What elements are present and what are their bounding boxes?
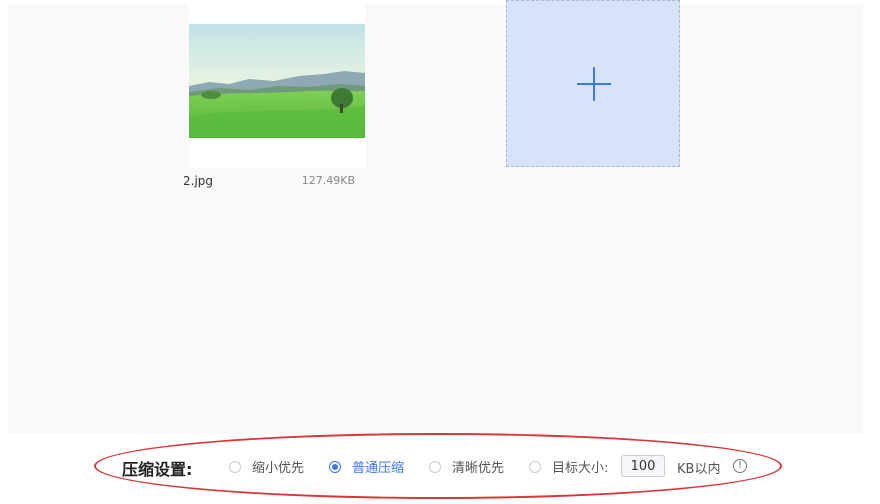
option-normal-compress[interactable]: 普通压缩 (329, 457, 404, 476)
file-thumbnail (189, 24, 365, 138)
option-label: 普通压缩 (352, 461, 405, 476)
radio-clarity-priority[interactable] (429, 460, 441, 473)
target-size-unit: KB以内 (677, 462, 721, 477)
upload-panel (8, 0, 863, 434)
option-label: 缩小优先 (252, 461, 305, 476)
option-label: 清晰优先 (452, 461, 505, 476)
file-card[interactable] (189, 4, 365, 168)
settings-title: 压缩设置: (122, 460, 193, 479)
option-target-size[interactable]: 目标大小: (529, 457, 608, 476)
add-image-tile[interactable] (506, 0, 680, 167)
plus-icon (577, 67, 611, 101)
radio-normal-compress[interactable] (329, 460, 341, 473)
option-shrink-priority[interactable]: 缩小优先 (229, 457, 304, 476)
option-clarity-priority[interactable]: 清晰优先 (429, 457, 504, 476)
file-size: 127.49KB (301, 174, 355, 187)
info-icon[interactable]: ! (733, 459, 747, 473)
target-size-input[interactable] (621, 455, 665, 477)
option-label: 目标大小: (552, 461, 609, 476)
file-name: 2.jpg (183, 174, 214, 188)
page: 2.jpg 127.49KB 压缩设置: 缩小优先 普通压缩 清晰优先 目标大小… (0, 0, 880, 504)
radio-shrink-priority[interactable] (229, 460, 241, 473)
radio-target-size[interactable] (529, 460, 541, 473)
